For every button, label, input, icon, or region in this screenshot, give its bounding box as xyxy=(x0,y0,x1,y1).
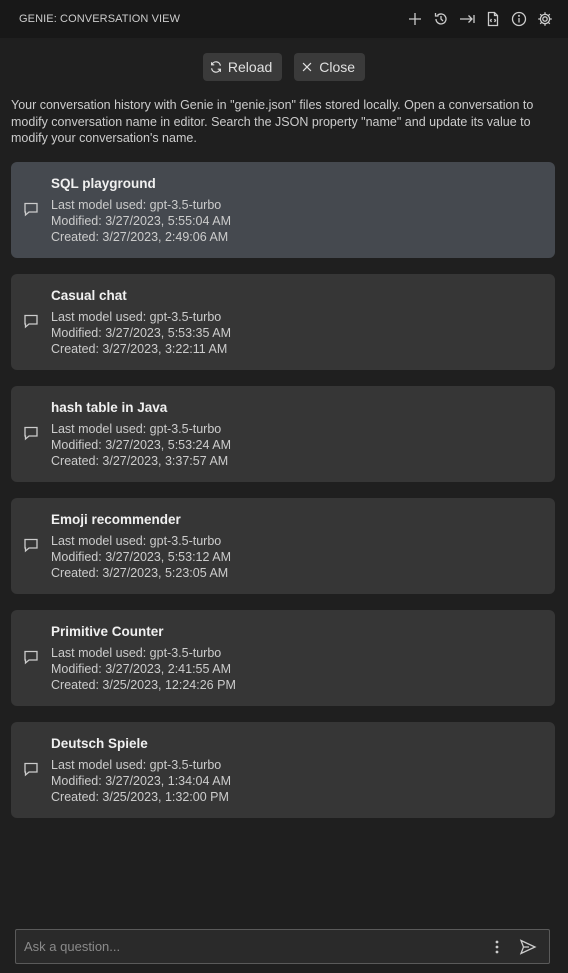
conversation-name: Primitive Counter xyxy=(51,623,164,639)
conversation-modified: Modified: 3/27/2023, 5:53:24 AM xyxy=(51,437,231,452)
conversation-created: Created: 3/27/2023, 3:37:57 AM xyxy=(51,453,229,468)
conversation-created: Created: 3/25/2023, 1:32:00 PM xyxy=(51,789,229,804)
panel-title: GENIE: CONVERSATION VIEW xyxy=(19,13,181,25)
chat-bubble-icon xyxy=(23,425,39,441)
conversation-name: hash table in Java xyxy=(51,399,168,415)
info-icon[interactable] xyxy=(510,10,528,28)
json-file-icon[interactable] xyxy=(484,10,502,28)
reload-label: Reload xyxy=(227,59,273,75)
chat-bubble-icon xyxy=(23,649,39,665)
conversation-name: SQL playground xyxy=(51,175,156,191)
conversation-model: Last model used: gpt-3.5-turbo xyxy=(51,757,222,772)
conversation-created: Created: 3/27/2023, 2:49:06 AM xyxy=(51,229,229,244)
conversation-model: Last model used: gpt-3.5-turbo xyxy=(51,533,222,548)
conversation-card[interactable]: Emoji recommender Last model used: gpt-3… xyxy=(11,497,555,594)
question-input-bar xyxy=(15,929,550,964)
conversation-card[interactable]: Primitive Counter Last model used: gpt-3… xyxy=(11,609,555,706)
conversation-model: Last model used: gpt-3.5-turbo xyxy=(51,645,222,660)
action-bar: Reload Close xyxy=(0,53,568,81)
conversation-card[interactable]: SQL playground Last model used: gpt-3.5-… xyxy=(11,161,555,258)
question-input[interactable] xyxy=(16,939,487,954)
conversation-modified: Modified: 3/27/2023, 5:53:12 AM xyxy=(51,549,231,564)
conversation-modified: Modified: 3/27/2023, 1:34:04 AM xyxy=(51,773,231,788)
more-options-icon[interactable] xyxy=(487,937,507,957)
history-icon[interactable] xyxy=(432,10,450,28)
chat-bubble-icon xyxy=(23,313,39,329)
conversation-model: Last model used: gpt-3.5-turbo xyxy=(51,421,222,436)
conversation-created: Created: 3/25/2023, 12:24:26 PM xyxy=(51,677,236,692)
plus-icon[interactable] xyxy=(406,10,424,28)
refresh-icon xyxy=(210,61,221,73)
chat-bubble-icon xyxy=(23,537,39,553)
close-label: Close xyxy=(319,59,356,75)
conversation-created: Created: 3/27/2023, 5:23:05 AM xyxy=(51,565,229,580)
conversation-card[interactable]: Casual chat Last model used: gpt-3.5-tur… xyxy=(11,273,555,370)
conversation-model: Last model used: gpt-3.5-turbo xyxy=(51,197,222,212)
close-icon xyxy=(302,62,312,72)
gear-icon[interactable] xyxy=(536,10,554,28)
chat-bubble-icon xyxy=(23,761,39,777)
conversation-modified: Modified: 3/27/2023, 5:55:04 AM xyxy=(51,213,231,228)
title-bar: GENIE: CONVERSATION VIEW xyxy=(0,0,568,38)
conversation-card[interactable]: hash table in Java Last model used: gpt-… xyxy=(11,385,555,482)
intro-text: Your conversation history with Genie in … xyxy=(11,98,534,145)
conversation-modified: Modified: 3/27/2023, 5:53:35 AM xyxy=(51,325,231,340)
chat-bubble-icon xyxy=(23,201,39,217)
conversation-modified: Modified: 3/27/2023, 2:41:55 AM xyxy=(51,661,231,676)
send-icon[interactable] xyxy=(517,936,539,958)
close-button[interactable]: Close xyxy=(294,53,366,81)
conversation-card[interactable]: Deutsch Spiele Last model used: gpt-3.5-… xyxy=(11,721,555,818)
conversation-list: SQL playground Last model used: gpt-3.5-… xyxy=(11,161,555,818)
conversation-name: Deutsch Spiele xyxy=(51,735,148,751)
conversation-created: Created: 3/27/2023, 3:22:11 AM xyxy=(51,341,228,356)
conversation-name: Emoji recommender xyxy=(51,511,181,527)
arrow-right-to-bar-icon[interactable] xyxy=(458,10,476,28)
conversation-name: Casual chat xyxy=(51,287,127,303)
toolbar xyxy=(406,10,554,28)
conversation-model: Last model used: gpt-3.5-turbo xyxy=(51,309,222,324)
reload-button[interactable]: Reload xyxy=(202,53,283,81)
